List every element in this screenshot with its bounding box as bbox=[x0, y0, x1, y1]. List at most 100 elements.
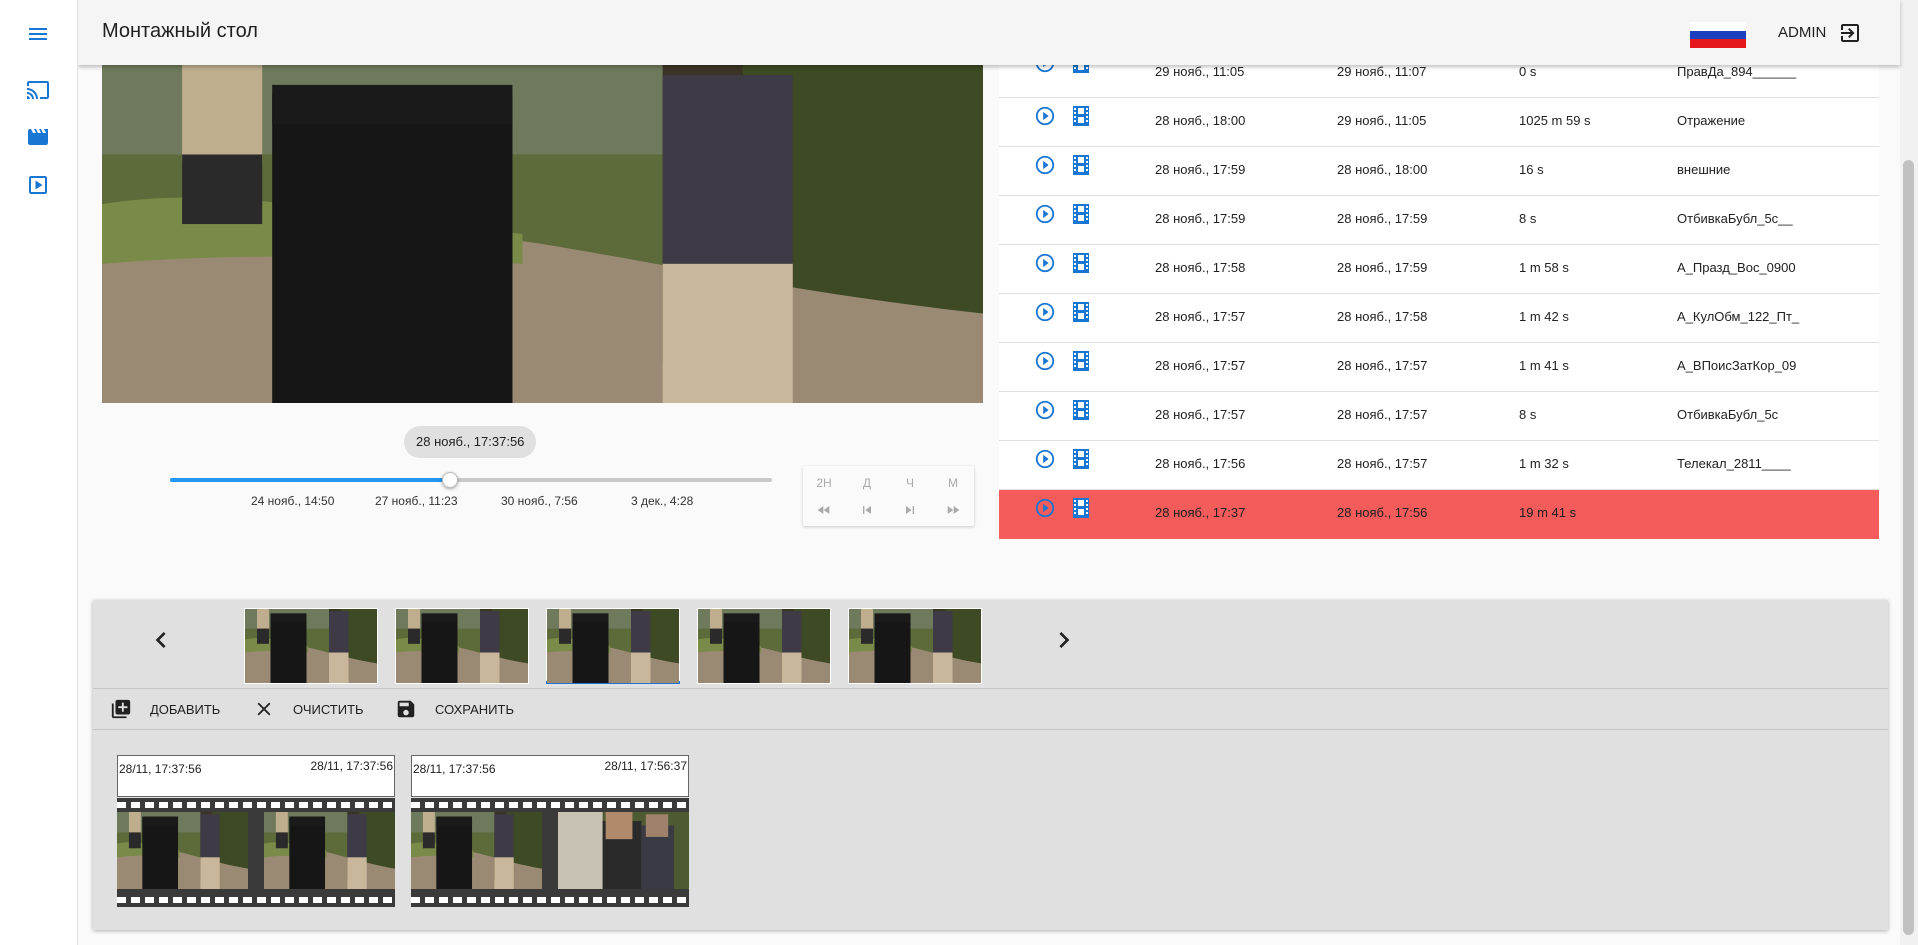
timeline-tick-label: 27 нояб., 11:23 bbox=[375, 494, 458, 508]
film-icon[interactable] bbox=[1073, 498, 1089, 518]
clip-header: 28/11, 17:37:56 28/11, 17:37:56 bbox=[117, 755, 395, 797]
logout-icon[interactable] bbox=[1838, 21, 1862, 45]
add-button[interactable]: ДОБАВИТЬ bbox=[110, 695, 220, 723]
scale-hour-button[interactable]: Ч bbox=[889, 476, 931, 490]
event-row[interactable]: 28 нояб., 17:59 28 нояб., 18:00 16 s внешни… bbox=[999, 147, 1879, 196]
nav-rail bbox=[0, 0, 78, 945]
event-row[interactable]: 28 нояб., 18:00 29 нояб., 11:05 1025 m 59 … bbox=[999, 98, 1879, 147]
clip-filmstrip bbox=[117, 798, 395, 907]
fast-rewind-icon[interactable] bbox=[803, 502, 845, 518]
save-button[interactable]: СОХРАНИТЬ bbox=[395, 695, 514, 723]
movie-icon[interactable] bbox=[24, 123, 52, 151]
event-end: 28 нояб., 18:00 bbox=[1337, 162, 1428, 177]
app-bar: Монтажный стол ADMIN bbox=[78, 0, 1900, 65]
russia-flag-icon[interactable] bbox=[1690, 22, 1746, 48]
user-label: ADMIN bbox=[1778, 24, 1827, 41]
current-time-chip: 28 нояб., 17:37:56 bbox=[404, 426, 537, 458]
timeline-tick-label: 24 нояб., 14:50 bbox=[251, 494, 335, 508]
event-end: 28 нояб., 17:59 bbox=[1337, 211, 1428, 226]
cast-icon[interactable] bbox=[24, 76, 52, 104]
chevron-right-icon[interactable] bbox=[1048, 624, 1080, 656]
chevron-left-icon[interactable] bbox=[145, 624, 177, 656]
event-start: 28 нояб., 17:57 bbox=[1155, 358, 1246, 373]
event-end: 28 нояб., 17:57 bbox=[1337, 407, 1428, 422]
save-icon bbox=[397, 700, 415, 718]
play-circle-icon[interactable] bbox=[1034, 448, 1056, 470]
close-icon bbox=[257, 702, 271, 716]
event-row[interactable]: 28 нояб., 17:58 28 нояб., 17:59 1 m 58 s А_… bbox=[999, 245, 1879, 294]
event-duration: 8 s bbox=[1519, 211, 1537, 226]
fast-forward-icon[interactable] bbox=[932, 502, 974, 518]
timeline-clip[interactable]: 28/11, 17:37:56 28/11, 17:37:56 bbox=[117, 755, 395, 907]
event-start: 29 нояб., 11:05 bbox=[1155, 64, 1245, 79]
clip-header: 28/11, 17:37:56 28/11, 17:56:37 bbox=[411, 755, 689, 797]
navigation-controls: 2Н Д Ч М bbox=[803, 466, 974, 526]
play-circle-icon[interactable] bbox=[1034, 350, 1056, 372]
play-circle-icon[interactable] bbox=[1034, 497, 1056, 519]
skip-previous-icon[interactable] bbox=[846, 502, 888, 518]
event-name: внешние bbox=[1677, 162, 1731, 177]
library-add-icon bbox=[111, 699, 131, 719]
film-icon[interactable] bbox=[1073, 155, 1089, 175]
clip-filmstrip bbox=[411, 798, 689, 907]
play-circle-icon[interactable] bbox=[1034, 301, 1056, 323]
skip-next-icon[interactable] bbox=[889, 502, 931, 518]
film-icon[interactable] bbox=[1073, 106, 1089, 126]
scale-2weeks-button[interactable]: 2Н bbox=[803, 476, 845, 490]
event-row[interactable]: 28 нояб., 17:57 28 нояб., 17:57 1 m 41 s А_… bbox=[999, 343, 1879, 392]
add-button-label: ДОБАВИТЬ bbox=[150, 701, 221, 717]
play-circle-icon[interactable] bbox=[1034, 399, 1056, 421]
clip-start: 28/11, 17:37:56 bbox=[413, 762, 496, 776]
event-start: 28 нояб., 17:58 bbox=[1155, 260, 1246, 275]
page-scrollbar-thumb[interactable] bbox=[1903, 160, 1914, 935]
event-row[interactable]: 28 нояб., 17:57 28 нояб., 17:58 1 m 42 s А_… bbox=[999, 294, 1879, 343]
timeline-tick-label: 30 нояб., 7:56 bbox=[501, 494, 578, 508]
frame-thumbnail[interactable] bbox=[244, 608, 378, 684]
event-name: Телекал_2811____ bbox=[1677, 456, 1791, 471]
video-preview[interactable] bbox=[102, 65, 983, 403]
save-button-label: СОХРАНИТЬ bbox=[435, 701, 514, 717]
event-start: 28 нояб., 17:57 bbox=[1155, 407, 1246, 422]
scale-day-button[interactable]: Д bbox=[846, 476, 888, 490]
play-circle-icon[interactable] bbox=[1034, 105, 1056, 127]
scale-minute-button[interactable]: М bbox=[932, 476, 974, 490]
event-duration: 0 s bbox=[1519, 64, 1537, 79]
clear-button[interactable]: ОЧИСТИТЬ bbox=[253, 695, 364, 723]
event-end: 28 нояб., 17:56 bbox=[1337, 505, 1428, 520]
timeline-slider-thumb[interactable] bbox=[442, 472, 458, 488]
event-name: ОтбивкаБубл_5с__ bbox=[1677, 211, 1793, 226]
film-icon[interactable] bbox=[1073, 204, 1089, 224]
event-row[interactable]: 28 нояб., 17:57 28 нояб., 17:57 8 s Отбивка… bbox=[999, 392, 1879, 441]
event-start: 28 нояб., 17:57 bbox=[1155, 309, 1246, 324]
event-row[interactable]: 28 нояб., 17:37 28 нояб., 17:56 19 m 41 s bbox=[999, 490, 1879, 539]
play-circle-icon[interactable] bbox=[1034, 154, 1056, 176]
frame-thumbnail[interactable] bbox=[395, 608, 529, 684]
frame-thumbnail[interactable] bbox=[546, 608, 680, 684]
timeline-slider-fill bbox=[170, 478, 450, 482]
film-icon[interactable] bbox=[1073, 400, 1089, 420]
event-name: А_ВПоисЗатКор_09 bbox=[1677, 358, 1797, 373]
timeline-clip[interactable]: 28/11, 17:37:56 28/11, 17:56:37 bbox=[411, 755, 689, 907]
event-row[interactable]: 28 нояб., 17:59 28 нояб., 17:59 8 s Отбивка… bbox=[999, 196, 1879, 245]
event-start: 28 нояб., 17:59 bbox=[1155, 211, 1246, 226]
frame-thumbnail[interactable] bbox=[848, 608, 982, 684]
event-duration: 1025 m 59 s bbox=[1519, 113, 1591, 128]
frame-thumbnail[interactable] bbox=[697, 608, 831, 684]
event-name: ПравДа_894______ bbox=[1677, 64, 1797, 79]
play-box-icon[interactable] bbox=[24, 171, 52, 199]
event-name: Отражение bbox=[1677, 113, 1746, 128]
event-duration: 8 s bbox=[1519, 407, 1537, 422]
clip-start: 28/11, 17:37:56 bbox=[119, 762, 202, 776]
event-duration: 16 s bbox=[1519, 162, 1544, 177]
menu-icon[interactable] bbox=[24, 20, 52, 48]
film-icon[interactable] bbox=[1073, 351, 1089, 371]
event-row[interactable]: 28 нояб., 17:56 28 нояб., 17:57 1 m 32 s Те… bbox=[999, 441, 1879, 490]
film-icon[interactable] bbox=[1073, 449, 1089, 469]
play-circle-icon[interactable] bbox=[1034, 252, 1056, 274]
page-title: Монтажный стол bbox=[102, 20, 258, 42]
play-circle-icon[interactable] bbox=[1034, 203, 1056, 225]
event-end: 28 нояб., 17:58 bbox=[1337, 309, 1428, 324]
film-icon[interactable] bbox=[1073, 253, 1089, 273]
clip-end: 28/11, 17:56:37 bbox=[604, 759, 687, 773]
film-icon[interactable] bbox=[1073, 302, 1089, 322]
